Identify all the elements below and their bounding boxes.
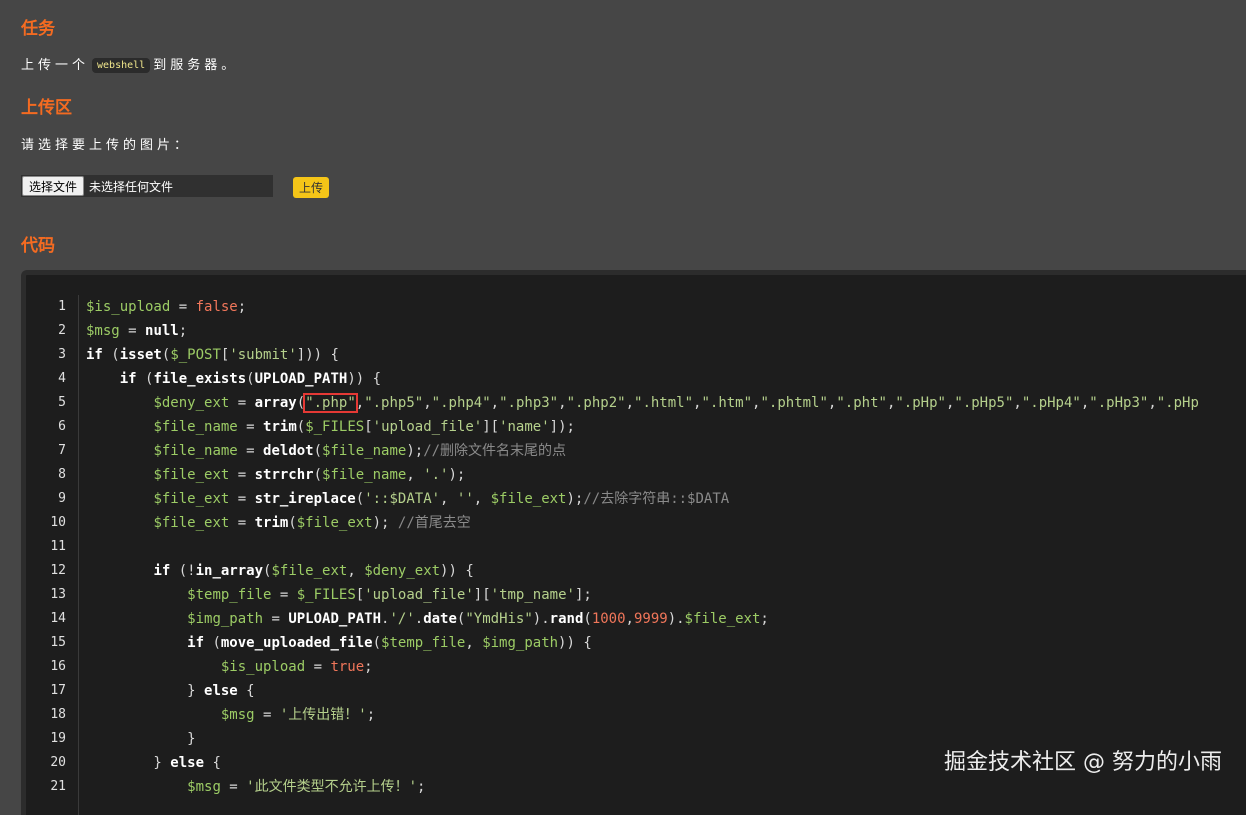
line-number: 12 bbox=[50, 563, 66, 578]
task-text-after: 到服务器。 bbox=[153, 58, 239, 73]
no-file-status: 未选择任何文件 bbox=[89, 179, 174, 194]
line-number: 13 bbox=[50, 587, 66, 602]
code-block: 1 $is_upload = false; 2 $msg = null; 3 if (… bbox=[21, 270, 1246, 815]
line-gutter bbox=[78, 295, 79, 815]
file-input[interactable]: 选择文件 未选择任何文件 bbox=[21, 175, 273, 197]
line-number: 4 bbox=[58, 371, 66, 386]
upload-prompt: 请选择要上传的图片： bbox=[21, 138, 192, 153]
line-number: 1 bbox=[58, 299, 66, 314]
line-number: 18 bbox=[50, 707, 66, 722]
line-number: 19 bbox=[50, 731, 66, 746]
line-number: 7 bbox=[58, 443, 66, 458]
upload-button[interactable]: 上传 bbox=[293, 177, 330, 198]
watermark: 掘金技术社区 @ 努力的小雨 bbox=[944, 750, 1222, 775]
line-number: 21 bbox=[50, 779, 66, 794]
line-number: 14 bbox=[50, 611, 66, 626]
line-number: 20 bbox=[50, 755, 66, 770]
line-number: 16 bbox=[50, 659, 66, 674]
line-number: 9 bbox=[58, 491, 66, 506]
task-description: 上传一个 webshell 到服务器。 bbox=[21, 54, 238, 73]
highlighted-php-ext: ".php" bbox=[303, 393, 358, 413]
line-number: 6 bbox=[58, 419, 66, 434]
line-number: 17 bbox=[50, 683, 66, 698]
line-number: 3 bbox=[58, 347, 66, 362]
code-heading: 代码 bbox=[21, 236, 55, 256]
task-text-before: 上传一个 bbox=[21, 58, 90, 73]
line-number: 11 bbox=[50, 539, 66, 554]
upload-heading: 上传区 bbox=[21, 98, 72, 118]
inline-code-webshell: webshell bbox=[92, 58, 151, 73]
choose-file-button[interactable]: 选择文件 bbox=[22, 176, 85, 196]
line-number: 5 bbox=[58, 395, 66, 410]
line-number: 2 bbox=[58, 323, 66, 338]
line-number: 15 bbox=[50, 635, 66, 650]
line-number: 8 bbox=[58, 467, 66, 482]
task-heading: 任务 bbox=[21, 19, 55, 39]
line-number: 10 bbox=[50, 515, 66, 530]
